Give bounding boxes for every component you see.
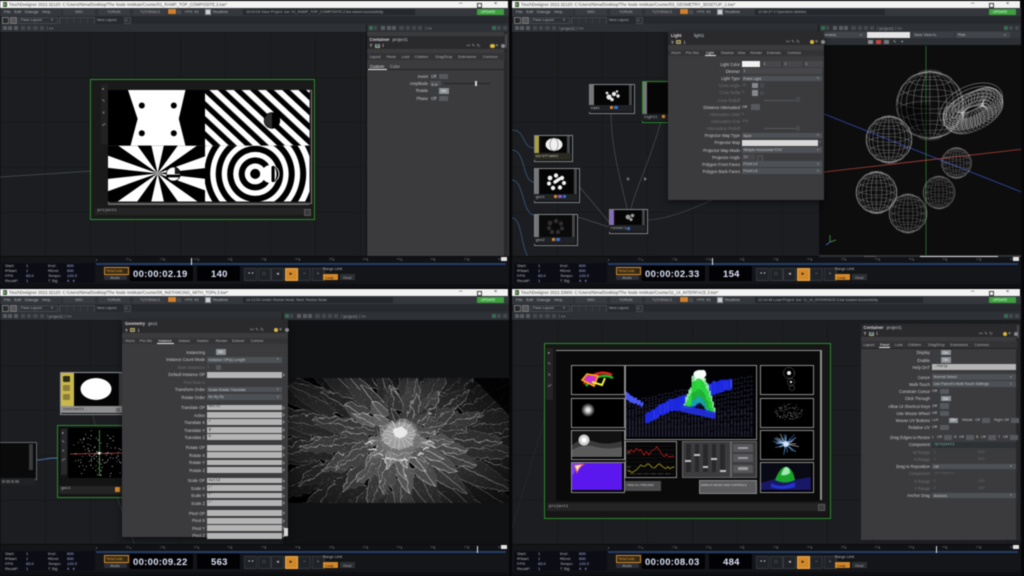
svg-text:0.5: 0.5 [627, 451, 631, 455]
svg-text:400.0: 400.0 [630, 473, 636, 475]
svg-text:440.0: 440.0 [658, 473, 664, 475]
svg-text:410.0: 410.0 [637, 473, 643, 475]
svg-text:420.0: 420.0 [644, 473, 650, 475]
svg-text:0.5: 0.5 [627, 465, 631, 469]
svg-text:430.0: 430.0 [651, 473, 657, 475]
svg-text:450.0: 450.0 [665, 473, 671, 475]
